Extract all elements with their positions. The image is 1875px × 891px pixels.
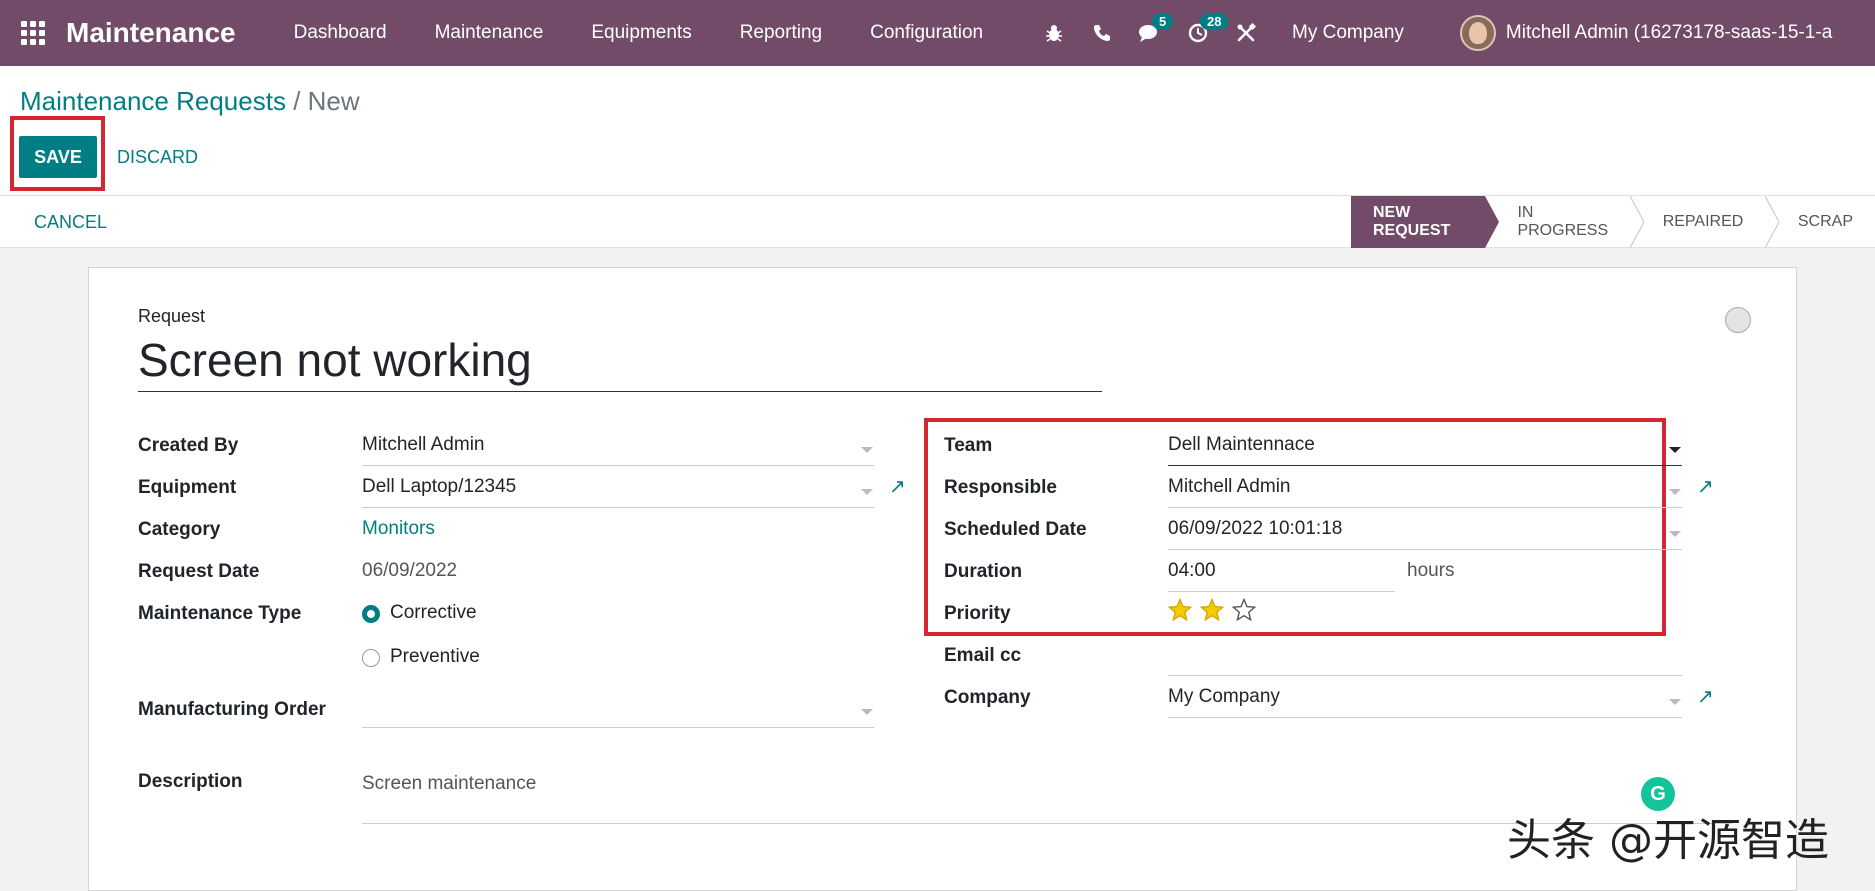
- responsible-dropdown-icon[interactable]: [1669, 489, 1681, 495]
- responsible-external-link-icon[interactable]: ↗: [1697, 474, 1714, 499]
- menu-reporting[interactable]: Reporting: [716, 0, 846, 66]
- star-filled-icon[interactable]: [1200, 598, 1224, 622]
- email-cc-label: Email cc: [944, 645, 1022, 666]
- equipment-dropdown-icon[interactable]: [861, 489, 873, 495]
- priority-stars[interactable]: [1168, 598, 1256, 622]
- chat-badge: 5: [1152, 13, 1174, 30]
- menu-dashboard[interactable]: Dashboard: [270, 0, 411, 66]
- team-label: Team: [944, 435, 993, 456]
- apps-menu-icon[interactable]: [0, 0, 66, 66]
- created-by-label: Created By: [138, 435, 239, 456]
- bug-icon[interactable]: [1030, 0, 1078, 66]
- duration-field[interactable]: 04:00: [1168, 560, 1395, 592]
- form-sheet: Request Screen not working Created By Mi…: [88, 267, 1829, 891]
- company-switcher[interactable]: My Company: [1292, 22, 1404, 44]
- scheduled-date-dropdown-icon[interactable]: [1669, 531, 1681, 537]
- duration-unit: hours: [1407, 560, 1455, 581]
- star-filled-icon[interactable]: [1168, 598, 1192, 622]
- company-field[interactable]: My Company: [1168, 686, 1682, 718]
- equipment-label: Equipment: [138, 477, 237, 498]
- stage-arrow: [1484, 196, 1499, 248]
- responsible-field[interactable]: Mitchell Admin: [1168, 476, 1682, 508]
- company-dropdown-icon[interactable]: [1669, 699, 1681, 705]
- stage-arrow: [1765, 196, 1780, 248]
- manufacturing-order-field[interactable]: [362, 696, 874, 728]
- responsible-label: Responsible: [944, 477, 1057, 498]
- user-avatar[interactable]: [1459, 15, 1496, 51]
- category-label: Category: [138, 519, 221, 540]
- manufacturing-order-label: Manufacturing Order: [138, 699, 326, 720]
- maintenance-type-label: Maintenance Type: [138, 603, 302, 624]
- scheduled-date-label: Scheduled Date: [944, 519, 1087, 540]
- duration-label: Duration: [944, 561, 1023, 582]
- breadcrumb-separator: /: [293, 86, 301, 116]
- request-date-label: Request Date: [138, 561, 260, 582]
- radio-preventive-label[interactable]: Preventive: [390, 646, 480, 668]
- request-title-input[interactable]: Screen not working: [138, 332, 1102, 392]
- team-field[interactable]: Dell Maintennace: [1168, 434, 1682, 466]
- request-date-value: 06/09/2022: [362, 560, 458, 581]
- top-navbar: Maintenance Dashboard Maintenance Equipm…: [0, 0, 1875, 66]
- kanban-state-dot[interactable]: [1725, 307, 1751, 333]
- status-bar: CANCEL NEW REQUEST IN PROGRESS REPAIRED …: [0, 196, 1875, 248]
- category-value[interactable]: Monitors: [362, 518, 435, 540]
- menu-configuration[interactable]: Configuration: [846, 0, 1007, 66]
- save-button[interactable]: SAVE: [19, 136, 97, 178]
- radio-corrective[interactable]: [362, 605, 380, 623]
- chat-icon[interactable]: 5: [1126, 0, 1174, 66]
- email-cc-field[interactable]: [1168, 644, 1682, 676]
- stage-in-progress[interactable]: IN PROGRESS: [1495, 196, 1630, 248]
- tools-icon[interactable]: [1222, 0, 1270, 66]
- stage-repaired[interactable]: REPAIRED: [1641, 196, 1766, 248]
- breadcrumb-parent[interactable]: Maintenance Requests: [20, 86, 286, 116]
- description-label: Description: [138, 771, 243, 792]
- stage-new-request[interactable]: NEW REQUEST: [1351, 196, 1485, 248]
- star-empty-icon[interactable]: [1232, 598, 1256, 622]
- request-label: Request: [138, 306, 206, 326]
- menu-maintenance[interactable]: Maintenance: [411, 0, 568, 66]
- scheduled-date-field[interactable]: 06/09/2022 10:01:18: [1168, 518, 1682, 550]
- breadcrumb: Maintenance Requests / New: [20, 86, 360, 117]
- priority-label: Priority: [944, 603, 1011, 624]
- watermark-text: 头条 @开源智造: [1507, 815, 1829, 866]
- breadcrumb-current: New: [307, 86, 360, 116]
- team-dropdown-icon[interactable]: [1669, 447, 1681, 453]
- phone-icon[interactable]: [1078, 0, 1126, 66]
- app-name[interactable]: Maintenance: [66, 17, 236, 49]
- equipment-field[interactable]: Dell Laptop/12345: [362, 476, 874, 508]
- radio-corrective-label[interactable]: Corrective: [390, 602, 477, 624]
- created-by-dropdown-icon[interactable]: [861, 447, 873, 453]
- stage-arrow: [1630, 196, 1645, 248]
- user-menu[interactable]: Mitchell Admin (16273178-saas-15-1-a: [1506, 22, 1832, 44]
- equipment-external-link-icon[interactable]: ↗: [889, 474, 906, 499]
- activity-clock-icon[interactable]: 28: [1174, 0, 1229, 66]
- discard-button[interactable]: DISCARD: [117, 136, 198, 178]
- stage-pipeline: NEW REQUEST IN PROGRESS REPAIRED SCRAP: [1351, 196, 1875, 248]
- cancel-button[interactable]: CANCEL: [34, 196, 107, 248]
- manufacturing-order-dropdown-icon[interactable]: [861, 709, 873, 715]
- created-by-field[interactable]: Mitchell Admin: [362, 434, 874, 466]
- menu-equipments[interactable]: Equipments: [567, 0, 715, 66]
- control-panel: Maintenance Requests / New: [0, 66, 1875, 196]
- radio-preventive[interactable]: [362, 649, 380, 667]
- systray: 5 28 My Company Mitchell Admin (16273178…: [1030, 0, 1832, 66]
- stage-scrap[interactable]: SCRAP: [1776, 196, 1875, 248]
- company-label: Company: [944, 687, 1031, 708]
- company-external-link-icon[interactable]: ↗: [1697, 684, 1714, 709]
